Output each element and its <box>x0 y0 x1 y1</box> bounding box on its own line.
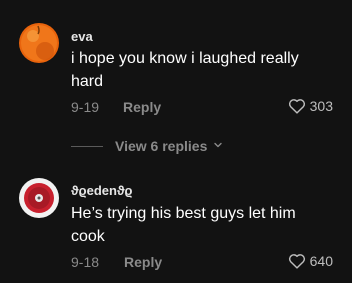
comment-date: 9-18 <box>71 254 100 270</box>
avatar[interactable] <box>19 178 59 218</box>
reply-button[interactable]: Reply <box>124 254 162 270</box>
heart-icon <box>288 253 306 269</box>
like-count: 640 <box>309 253 333 269</box>
comment-text: He’s trying his best guys let him cook <box>71 205 296 245</box>
comment-username[interactable]: ϑϱedenϑϱ <box>71 183 133 198</box>
red-vinyl-avatar-icon <box>19 178 59 218</box>
like-button[interactable]: 640 <box>288 253 333 269</box>
comment-item: ϑϱedenϑϱ He’s trying his best guys let h… <box>0 0 352 283</box>
